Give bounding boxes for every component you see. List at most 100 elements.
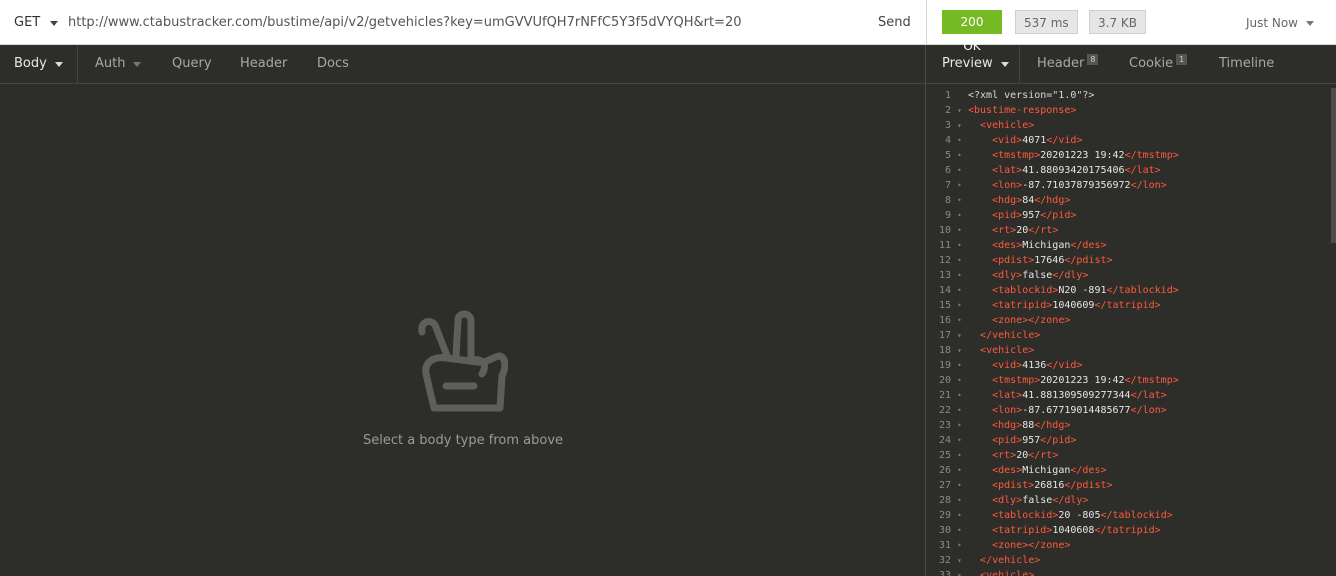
code-line: 7 • <lon>-87.71037879356972</lon> (926, 178, 1330, 193)
line-number: 3 (944, 120, 951, 131)
history-label: Just Now (1245, 16, 1298, 30)
url-bar: GET http://www.ctabustracker.com/bustime… (0, 0, 926, 45)
line-marker-icon: • (957, 361, 962, 370)
line-marker-icon: • (957, 256, 962, 265)
chevron-down-icon (1000, 61, 1009, 67)
code-line: 10 • <rt>20</rt> (926, 223, 1330, 238)
tab-preview-label: Preview (942, 56, 993, 71)
tab-timeline-label: Timeline (1219, 56, 1275, 71)
line-number: 8 (944, 195, 951, 206)
line-marker-icon: • (957, 451, 962, 460)
xml-close-tag: </lat> (1124, 165, 1161, 176)
peace-hand-icon (418, 310, 508, 412)
line-marker-icon: • (957, 136, 962, 145)
fold-toggle-icon[interactable]: ▾ (957, 568, 962, 576)
xml-value: 88 (1022, 420, 1035, 431)
xml-value: Michigan (1022, 465, 1071, 476)
code-line: 9 • <pid>957</pid> (926, 208, 1330, 223)
method-dropdown[interactable]: GET (14, 14, 59, 32)
xml-value: 41.88093420175406 (1022, 165, 1125, 176)
code-line: 26 • <des>Michigan</des> (926, 463, 1330, 478)
code-line: 8 • <hdg>84</hdg> (926, 193, 1330, 208)
code-line: 12 • <pdist>17646</pdist> (926, 253, 1330, 268)
line-number: 21 (938, 390, 951, 401)
line-number: 13 (938, 270, 951, 281)
code-line: 31 • <zone></zone> (926, 538, 1330, 553)
chevron-down-icon (50, 20, 59, 26)
line-marker-icon: • (957, 496, 962, 505)
line-number: 9 (944, 210, 951, 221)
send-button[interactable]: Send (878, 14, 911, 32)
code-text: <?xml version="1.0"?> (968, 88, 1094, 103)
size-badge: 3.7 KB (1089, 10, 1146, 34)
tab-body[interactable]: Body (14, 45, 63, 83)
line-marker-icon: • (957, 436, 962, 445)
line-marker-icon: • (957, 421, 962, 430)
code-text: <lat>41.881309509277344</lat> (968, 388, 1167, 403)
code-text: <dly>false</dly> (968, 268, 1088, 283)
fold-toggle-icon[interactable]: ▾ (957, 118, 962, 133)
url-input[interactable]: http://www.ctabustracker.com/bustime/api… (68, 14, 742, 32)
history-dropdown[interactable]: Just Now (1246, 14, 1314, 32)
xml-close-tag: </pdist> (1064, 480, 1113, 491)
xml-value: N20 -891 (1058, 285, 1107, 296)
line-marker-icon: • (957, 466, 962, 475)
fold-toggle-icon[interactable]: ▾ (957, 103, 962, 118)
code-line: 19 • <vid>4136</vid> (926, 358, 1330, 373)
tab-cookie[interactable]: Cookie 1 (1129, 45, 1188, 83)
xml-close-tag: </pdist> (1064, 255, 1113, 266)
xml-close-tag: </tatripid> (1094, 525, 1161, 536)
tab-query[interactable]: Query (172, 45, 212, 83)
line-number: 5 (944, 150, 951, 161)
line-marker-icon: • (957, 541, 962, 550)
fold-toggle-icon[interactable]: ▾ (957, 343, 962, 358)
code-line: 5 • <tmstmp>20201223 19:42</tmstmp> (926, 148, 1330, 163)
tab-preview[interactable]: Preview (942, 45, 1009, 83)
line-number: 29 (938, 510, 951, 521)
line-number: 25 (938, 450, 951, 461)
line-number: 14 (938, 285, 951, 296)
xml-open-tag: <pid> (992, 210, 1023, 221)
line-marker-icon: • (957, 196, 962, 205)
code-line: 18 ▾ <vehicle> (926, 343, 1330, 358)
xml-open-tag: <lat> (992, 390, 1023, 401)
code-line: 13 • <dly>false</dly> (926, 268, 1330, 283)
line-number: 2 (944, 105, 951, 116)
xml-open-tag: <lat> (992, 165, 1023, 176)
xml-open-tag: <pdist> (992, 480, 1035, 491)
fold-toggle-icon[interactable]: ▾ (957, 553, 962, 568)
tab-auth[interactable]: Auth (95, 45, 142, 83)
line-number: 31 (938, 540, 951, 551)
tab-response-header[interactable]: Header 8 (1037, 45, 1099, 83)
xml-close-tag: </tmstmp> (1124, 375, 1179, 386)
xml-value: 20 (1016, 225, 1029, 236)
scrollbar[interactable] (1331, 88, 1336, 243)
line-number: 32 (938, 555, 951, 566)
tab-timeline[interactable]: Timeline (1219, 45, 1274, 83)
xml-declaration: <?xml version="1.0"?> (968, 90, 1095, 101)
tab-header[interactable]: Header (240, 45, 287, 83)
xml-open-tag: <vid> (992, 135, 1023, 146)
xml-value: 20 (1016, 450, 1029, 461)
xml-value: Michigan (1022, 240, 1071, 251)
chevron-down-icon (133, 61, 142, 67)
xml-value: 957 (1022, 435, 1041, 446)
xml-open-tag: <hdg> (992, 195, 1023, 206)
tab-docs[interactable]: Docs (317, 45, 349, 83)
line-marker-icon: • (957, 481, 962, 490)
xml-close-tag: </lon> (1130, 180, 1167, 191)
xml-value: 41.881309509277344 (1022, 390, 1131, 401)
code-line: 32 ▾ </vehicle> (926, 553, 1330, 568)
tab-body-label: Body (14, 56, 47, 71)
code-text: <pdist>17646</pdist> (968, 253, 1113, 268)
line-number: 28 (938, 495, 951, 506)
code-text: </vehicle> (968, 553, 1040, 568)
xml-close-tag: </zone> (1028, 540, 1071, 551)
code-line: 4 • <vid>4071</vid> (926, 133, 1330, 148)
xml-value: 957 (1022, 210, 1041, 221)
fold-toggle-icon[interactable]: ▾ (957, 328, 962, 343)
xml-close-tag: </lon> (1130, 405, 1167, 416)
xml-open-tag: <des> (992, 465, 1023, 476)
xml-value: 20 -805 (1058, 510, 1101, 521)
xml-open-tag: <vehicle> (980, 570, 1035, 576)
